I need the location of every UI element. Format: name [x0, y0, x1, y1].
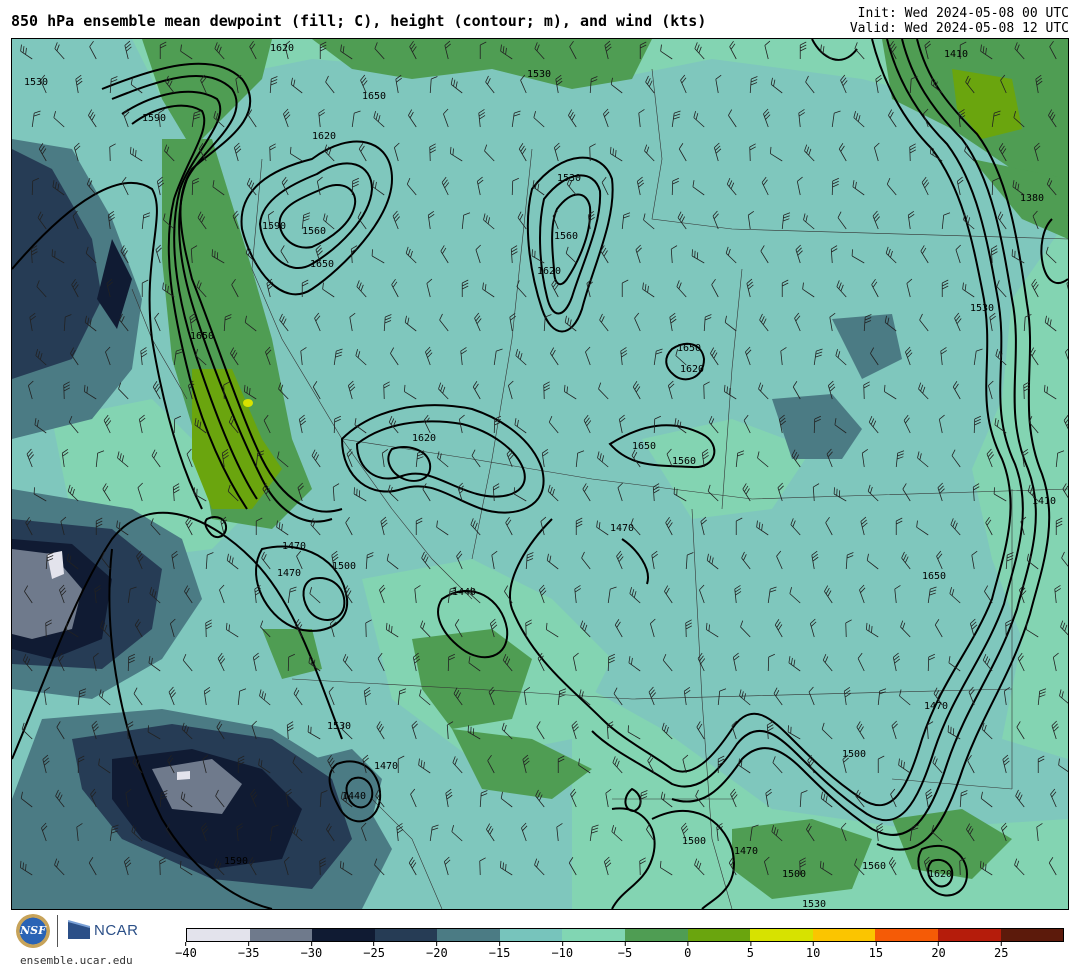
- logo-area: NSF NCAR ensemble.ucar.edu: [14, 912, 164, 970]
- contour-label: 1650: [190, 331, 214, 342]
- contour-label: 1590: [142, 113, 166, 124]
- contour-label: 1470: [610, 523, 634, 534]
- contour-label: 1470: [374, 761, 398, 772]
- run-times: Init: Wed 2024-05-08 00 UTC Valid: Wed 2…: [850, 6, 1069, 36]
- fill-five: [243, 399, 253, 407]
- contour-label: 1560: [302, 226, 326, 237]
- colorbar-tick-label: −35: [238, 942, 260, 960]
- colorbar-swatch: [750, 929, 813, 941]
- init-time: Init: Wed 2024-05-08 00 UTC: [857, 6, 1069, 21]
- contour-label: 1650: [310, 259, 334, 270]
- contour-label: 1530: [24, 77, 48, 88]
- colorbar-tick-label: −5: [618, 942, 632, 960]
- contour-label: 1650: [677, 343, 701, 354]
- contour-label: 1500: [782, 869, 806, 880]
- contour-label: 1440: [342, 791, 366, 802]
- valid-time: Valid: Wed 2024-05-08 12 UTC: [849, 21, 1069, 36]
- colorbar-tick-label: 15: [869, 942, 883, 960]
- colorbar-tick-label: −20: [426, 942, 448, 960]
- colorbar-tick-label: 0: [684, 942, 691, 960]
- colorbar-tick-label: −30: [301, 942, 322, 960]
- contour-label: 1530: [557, 173, 581, 184]
- contour-label: 1530: [970, 303, 994, 314]
- colorbar-swatch: [312, 929, 375, 941]
- contour-label: 1620: [537, 266, 561, 277]
- contour-label: 1530: [802, 899, 826, 909]
- colorbar-tick-label: 20: [931, 942, 946, 960]
- colorbar-swatch: [625, 929, 688, 941]
- contour-label: 1560: [554, 231, 578, 242]
- contour-label: 1470: [282, 541, 306, 552]
- colorbar-tick-label: −10: [551, 942, 573, 960]
- colorbar-swatch: [562, 929, 626, 941]
- nsf-logo-text: NSF: [20, 924, 46, 937]
- colorbar-swatch: [1000, 929, 1064, 941]
- contour-label: 1530: [327, 721, 351, 732]
- colorbar-swatch: [687, 929, 751, 941]
- contour-label: 1620: [412, 433, 436, 444]
- contour-label: 1410: [1032, 496, 1056, 507]
- colorbar-swatch: [812, 929, 876, 941]
- contour-label: 1500: [332, 561, 356, 572]
- contour-label: 1410: [944, 49, 968, 60]
- contour-label: 1620: [270, 43, 294, 54]
- colorbar-swatch: [374, 929, 438, 941]
- colorbar-swatch: [499, 929, 563, 941]
- ncar-icon: [68, 920, 90, 939]
- contour-label: 1500: [682, 836, 706, 847]
- colorbar-ticks: −40 −35 −30 −25 −20 −15 −10 −5 0 5 10 15 20 25: [175, 942, 1064, 970]
- contour-label: 1590: [262, 221, 286, 232]
- contour-label: 1620: [680, 364, 704, 375]
- contour-label: 1620: [312, 131, 336, 142]
- contour-label: 1650: [362, 91, 386, 102]
- colorbar: [186, 928, 1064, 942]
- contour-label: 1500: [842, 749, 866, 760]
- colorbar-swatch: [437, 929, 500, 941]
- ncar-logo-text: NCAR: [94, 922, 139, 939]
- nsf-logo: NSF: [16, 914, 50, 948]
- contour-label: 1470: [277, 568, 301, 579]
- colorbar-tick-label: 5: [747, 942, 754, 960]
- colorbar-swatch: [875, 929, 938, 941]
- colorbar-tick-label: −40: [175, 942, 197, 960]
- colorbar-swatch: [187, 929, 250, 941]
- colorbar-swatch: [249, 929, 313, 941]
- contour-label: 1650: [922, 571, 946, 582]
- weather-map: 1530 1620 1650 1590 1620 1560 1650 1530 1560 1620…: [11, 38, 1069, 910]
- map-canvas: 1530 1620 1650 1590 1620 1560 1650 1530 1560 1620…: [12, 39, 1068, 909]
- logo-divider: [57, 915, 58, 947]
- colorbar-tick-label: −15: [489, 942, 510, 960]
- colorbar-tick-label: 25: [994, 942, 1009, 960]
- colorbar-tick-label: 10: [806, 942, 820, 960]
- colorbar-tick-label: −25: [363, 942, 385, 960]
- contour-label: 1560: [672, 456, 696, 467]
- contour-label: 1620: [928, 869, 952, 880]
- contour-label: 1470: [924, 701, 948, 712]
- contour-label: 1530: [527, 69, 551, 80]
- colorbar-swatch: [937, 929, 1001, 941]
- contour-label: 1560: [862, 861, 886, 872]
- contour-label: 1470: [734, 846, 758, 857]
- site-url: ensemble.ucar.edu: [20, 954, 133, 967]
- contour-label: 1650: [632, 441, 656, 452]
- plot-title: 850 hPa ensemble mean dewpoint (fill; C)…: [11, 12, 707, 30]
- contour-label: 1590: [224, 856, 248, 867]
